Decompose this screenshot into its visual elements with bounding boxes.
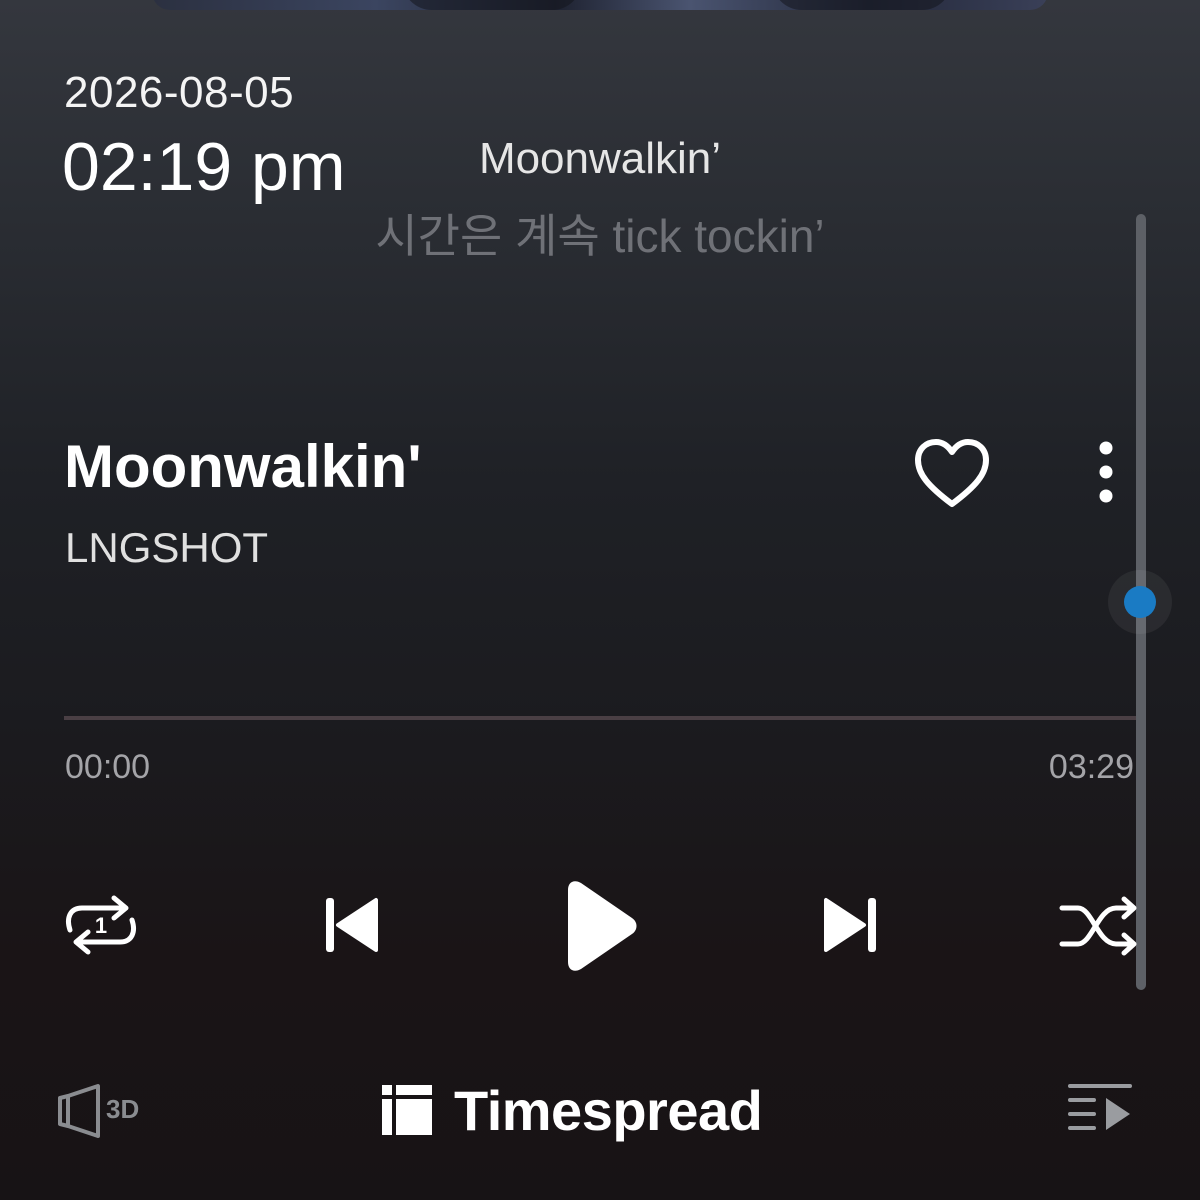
seek-bar[interactable]	[64, 716, 1136, 720]
previous-button[interactable]	[318, 892, 384, 958]
brand-name: Timespread	[454, 1078, 763, 1142]
repeat-one-badge: 1	[95, 913, 107, 938]
skip-previous-icon	[326, 898, 378, 952]
shuffle-icon	[1059, 896, 1137, 956]
album-art-preview[interactable]	[152, 0, 1048, 10]
skip-next-icon	[824, 898, 876, 952]
album-art-shadow	[772, 0, 952, 10]
repeat-one-icon: 1	[66, 895, 136, 955]
heart-outline-icon	[915, 439, 989, 507]
song-title: Moonwalkin'	[64, 433, 422, 500]
repeat-button[interactable]: 1	[56, 890, 146, 960]
song-artist[interactable]: LNGSHOT	[65, 524, 268, 572]
3d-audio-label: 3D	[106, 1094, 140, 1124]
shuffle-button[interactable]	[1058, 894, 1140, 958]
clock-date: 2026-08-05	[64, 68, 295, 117]
lyric-current-line[interactable]: Moonwalkin’	[300, 134, 900, 184]
lyric-next-line[interactable]: 시간은 계속 tick tockin’	[300, 200, 900, 266]
timespread-logo-icon	[382, 1085, 432, 1135]
more-options-button[interactable]	[1082, 436, 1130, 508]
queue-button[interactable]	[1064, 1080, 1136, 1136]
brand-logo: Timespread	[382, 1078, 763, 1142]
vertical-slider-thumb[interactable]	[1124, 586, 1156, 618]
playlist-icon	[1068, 1084, 1132, 1130]
more-vertical-icon	[1099, 441, 1113, 503]
total-duration: 03:29	[1048, 748, 1134, 786]
3d-audio-icon	[58, 1084, 100, 1138]
play-button[interactable]	[556, 876, 646, 976]
music-player-screen: 2026-08-05 02:19 pm Moonwalkin’ 시간은 계속 t…	[0, 0, 1200, 1200]
favorite-button[interactable]	[908, 434, 996, 514]
elapsed-time: 00:00	[65, 748, 151, 786]
play-icon	[568, 881, 637, 971]
3d-audio-button[interactable]: 3D	[56, 1082, 156, 1138]
next-button[interactable]	[818, 892, 884, 958]
album-art-shadow	[402, 0, 582, 10]
